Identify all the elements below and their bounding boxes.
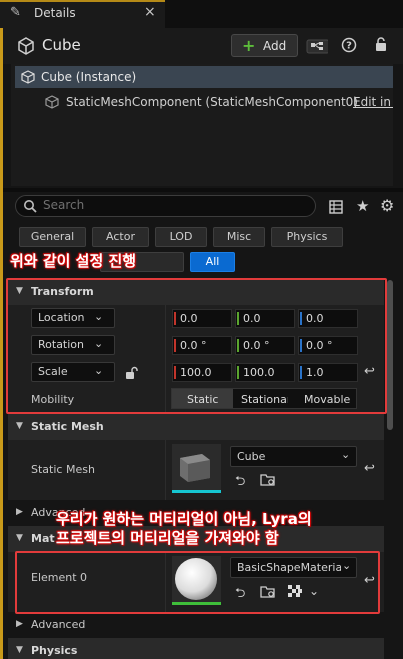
static-mesh-section-title: Static Mesh xyxy=(31,420,104,433)
tab-title: Details xyxy=(34,6,76,20)
chevron-down-icon: ▼ xyxy=(16,645,23,655)
object-title: Cube xyxy=(42,36,81,54)
panel-accent-line xyxy=(0,28,3,659)
close-icon[interactable]: × xyxy=(144,4,156,20)
cube-icon xyxy=(18,37,34,55)
pencil-icon: ✎ xyxy=(10,5,21,20)
chevron-down-icon: ⌄ xyxy=(341,448,351,461)
blueprint-icon[interactable] xyxy=(306,37,328,55)
svg-text:?: ? xyxy=(346,41,352,52)
gear-icon[interactable]: ⚙ xyxy=(380,196,394,215)
filter-physics[interactable]: Physics xyxy=(271,227,343,247)
reset-arrow-icon[interactable]: ↩ xyxy=(364,461,375,476)
add-button-label: Add xyxy=(263,39,287,53)
chevron-right-icon: ▶ xyxy=(16,619,23,629)
materials-advanced-toggle[interactable]: Advanced xyxy=(31,618,85,631)
star-icon[interactable]: ★ xyxy=(356,197,369,215)
table-view-icon[interactable] xyxy=(329,200,343,214)
search-placeholder: Search xyxy=(43,198,85,212)
transform-highlight-box xyxy=(6,278,387,414)
filter-general[interactable]: General xyxy=(19,227,86,247)
annotation-material-note-line2: 프로젝트의 머티리얼을 가져와야 함 xyxy=(56,529,279,547)
cube-icon xyxy=(21,70,35,84)
plus-icon: + xyxy=(242,36,256,55)
search-icon xyxy=(24,200,37,213)
material-highlight-box xyxy=(15,551,380,614)
lock-icon[interactable] xyxy=(373,36,389,52)
static-mesh-icon xyxy=(45,95,59,109)
tree-item-instance-label: Cube (Instance) xyxy=(41,70,137,84)
help-icon[interactable]: ? xyxy=(341,37,357,53)
chevron-right-icon: ▶ xyxy=(16,507,23,517)
annotation-material-note-line1: 우리가 원하는 머티리얼이 아님, Lyra의 xyxy=(56,510,312,528)
details-tab[interactable] xyxy=(0,0,165,28)
cube-thumbnail-icon xyxy=(180,454,210,482)
use-selected-arrow-icon[interactable]: ⮌ xyxy=(235,472,245,494)
scrollbar-thumb[interactable] xyxy=(387,280,393,430)
filter-actor[interactable]: Actor xyxy=(92,227,149,247)
filter-all[interactable]: All xyxy=(190,252,235,272)
browse-folder-icon[interactable] xyxy=(260,473,276,487)
chevron-down-icon: ▼ xyxy=(16,421,23,431)
filter-misc[interactable]: Misc xyxy=(213,227,265,247)
chevron-down-icon: ▼ xyxy=(16,533,23,543)
tree-item-component-label[interactable]: StaticMeshComponent (StaticMeshComponent… xyxy=(66,95,358,109)
filter-lod[interactable]: LOD xyxy=(155,227,207,247)
annotation-setting-note: 위와 같이 설정 진행 xyxy=(10,252,137,270)
column-divider xyxy=(165,440,166,500)
divider xyxy=(3,188,403,192)
static-mesh-label: Static Mesh xyxy=(31,463,95,476)
physics-section-title: Physics xyxy=(31,644,78,657)
materials-section-title: Materials xyxy=(31,532,55,545)
static-mesh-thumbnail[interactable] xyxy=(172,444,221,493)
static-mesh-value: Cube xyxy=(237,450,266,463)
edit-in-cpp-link[interactable]: Edit in C++ xyxy=(353,95,393,109)
